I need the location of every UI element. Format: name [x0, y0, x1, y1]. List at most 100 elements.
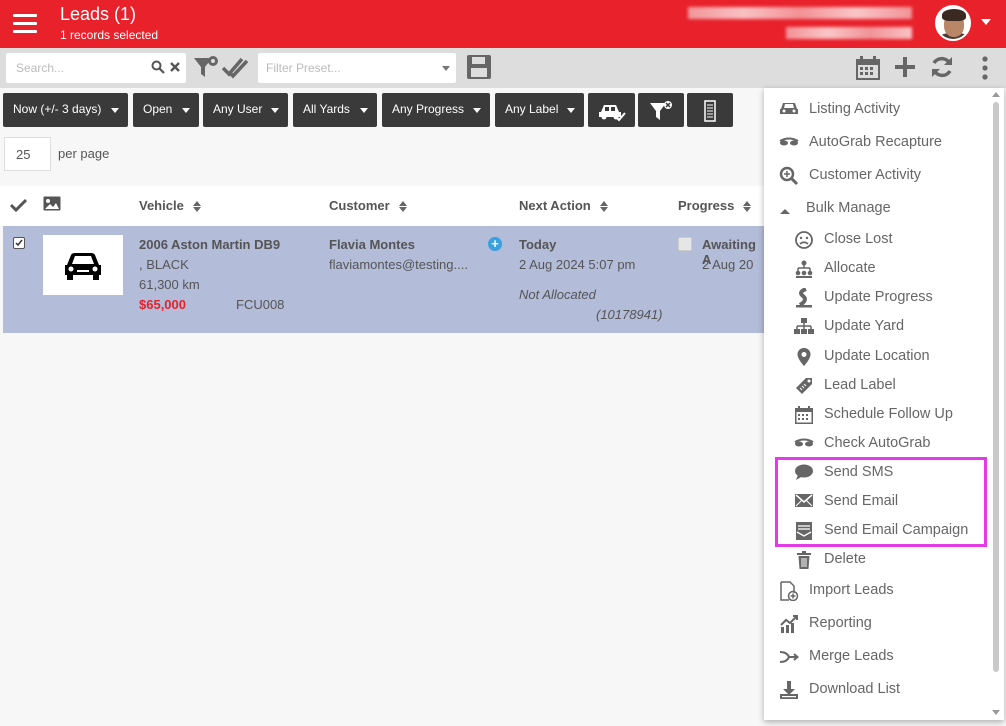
- menu-scroll-up-icon[interactable]: [992, 92, 1000, 97]
- menu-item-import-leads[interactable]: Import Leads: [780, 581, 894, 602]
- chevron-down-icon: [567, 108, 575, 113]
- filter-preset-select[interactable]: Filter Preset...: [258, 53, 456, 83]
- car-icon: [65, 253, 101, 280]
- vehicle-title[interactable]: 2006 Aston Martin DB9: [139, 237, 280, 252]
- date-filter-dropdown[interactable]: Now (+/- 3 days): [3, 93, 128, 127]
- redacted-user-email: [786, 27, 912, 39]
- selection-count: 1 records selected: [60, 28, 159, 42]
- yard-filter-dropdown[interactable]: All Yards: [293, 93, 377, 127]
- column-next-action[interactable]: Next Action: [519, 198, 608, 213]
- menu-item-bulk-manage[interactable]: Bulk Manage: [780, 200, 891, 216]
- sort-icon: [743, 201, 752, 213]
- customer-email: flaviamontes@testing....: [329, 257, 468, 272]
- user-filter-dropdown[interactable]: Any User: [203, 93, 288, 127]
- next-action: Today: [519, 237, 557, 252]
- add-icon[interactable]: [894, 56, 916, 83]
- column-progress[interactable]: Progress: [678, 198, 752, 213]
- road-icon: [794, 287, 814, 308]
- date-filter-label: Now (+/- 3 days): [13, 102, 102, 116]
- menu-item-autograb-recapture[interactable]: AutoGrab Recapture: [779, 134, 942, 150]
- search-icon[interactable]: [151, 60, 165, 77]
- menu-item-reporting[interactable]: Reporting: [780, 615, 872, 633]
- vehicle-price: $65,000: [139, 297, 186, 312]
- tag-icon: [794, 376, 814, 396]
- car-icon: [779, 100, 799, 120]
- save-icon[interactable]: [466, 54, 492, 85]
- menu-label: Customer Activity: [809, 167, 921, 183]
- menu-item-merge-leads[interactable]: Merge Leads: [779, 648, 894, 664]
- status-filter-dropdown[interactable]: Open: [133, 93, 199, 127]
- per-page-label: per page: [58, 146, 110, 161]
- menu-item-check-autograb[interactable]: Check AutoGrab: [794, 435, 930, 451]
- clear-search-icon[interactable]: [169, 60, 181, 76]
- menu-scrollbar[interactable]: [993, 102, 999, 672]
- clear-filter-button[interactable]: [638, 93, 684, 127]
- chevron-down-icon: [271, 108, 279, 113]
- vehicle-colour: , BLACK: [139, 257, 189, 272]
- menu-item-lead-label[interactable]: Lead Label: [796, 377, 896, 394]
- allocation-status: Not Allocated: [519, 287, 596, 302]
- preset-placeholder: Filter Preset...: [266, 61, 341, 75]
- menu-item-delete[interactable]: Delete: [797, 551, 866, 569]
- barcode-icon: [704, 100, 716, 122]
- progress-filter-dropdown[interactable]: Any Progress: [382, 93, 490, 127]
- highlight-box: [775, 457, 987, 547]
- menu-item-download-list[interactable]: Download List: [780, 681, 900, 699]
- calendar-icon[interactable]: [855, 55, 881, 86]
- avatar[interactable]: [935, 5, 971, 41]
- menu-item-update-progress[interactable]: Update Progress: [796, 287, 933, 308]
- menu-item-close-lost[interactable]: Close Lost: [795, 231, 893, 249]
- account-dropdown-icon[interactable]: [981, 19, 991, 25]
- menu-scroll-down-icon[interactable]: [992, 710, 1000, 715]
- download-icon: [779, 680, 799, 700]
- next-action-date: 2 Aug 2024 5:07 pm: [519, 257, 636, 272]
- customer-name[interactable]: Flavia Montes: [329, 237, 415, 252]
- vehicle-thumbnail[interactable]: [43, 235, 123, 295]
- label-filter-dropdown[interactable]: Any Label: [495, 93, 584, 127]
- barcode-button[interactable]: [687, 93, 733, 127]
- redacted-user-info: [688, 7, 912, 19]
- per-page-input[interactable]: 25: [4, 137, 51, 171]
- double-check-icon[interactable]: [221, 55, 249, 86]
- chevron-down-icon: [182, 108, 190, 113]
- search-input[interactable]: Search...: [6, 53, 186, 83]
- menu-item-listing-activity[interactable]: Listing Activity: [780, 101, 900, 117]
- select-all-check-icon[interactable]: [9, 198, 28, 217]
- calendar-icon: [794, 405, 814, 425]
- lead-id: (10178941): [596, 307, 663, 322]
- add-action-icon[interactable]: +: [488, 237, 502, 251]
- org-chart-icon: [794, 259, 814, 279]
- menu-label: Bulk Manage: [806, 200, 891, 216]
- vehicle-filter-button[interactable]: [588, 93, 635, 127]
- menu-label: Merge Leads: [809, 648, 894, 664]
- menu-item-update-yard[interactable]: Update Yard: [794, 318, 905, 334]
- column-vehicle-label: Vehicle: [139, 198, 184, 213]
- refresh-icon[interactable]: [930, 55, 954, 84]
- column-vehicle[interactable]: Vehicle: [139, 198, 201, 213]
- toolbar: Search... Filter Preset...: [0, 48, 1006, 88]
- row-checkbox[interactable]: [13, 237, 25, 249]
- trash-icon: [794, 550, 814, 570]
- filter-clear-icon: [650, 101, 672, 120]
- column-customer[interactable]: Customer: [329, 198, 407, 213]
- stock-number: FCU008: [236, 297, 285, 312]
- menu-label: Lead Label: [824, 377, 896, 393]
- menu-item-schedule-follow-up[interactable]: Schedule Follow Up: [795, 406, 953, 424]
- sort-icon: [599, 201, 608, 213]
- more-vertical-icon[interactable]: [982, 56, 988, 85]
- menu-item-customer-activity[interactable]: Customer Activity: [779, 166, 921, 186]
- menu-item-update-location[interactable]: Update Location: [797, 348, 930, 366]
- glasses-icon: [779, 133, 799, 153]
- hamburger-menu-icon[interactable]: [13, 14, 37, 34]
- menu-label: Update Progress: [824, 289, 933, 305]
- progress-checkbox[interactable]: [678, 237, 692, 251]
- menu-label: Update Yard: [824, 318, 905, 334]
- menu-item-allocate[interactable]: Allocate: [795, 260, 876, 278]
- chevron-down-icon: [360, 108, 368, 113]
- image-icon: [43, 196, 61, 216]
- menu-label: Allocate: [824, 260, 876, 276]
- menu-label: AutoGrab Recapture: [809, 134, 942, 150]
- magnify-icon: [779, 166, 799, 186]
- table-row[interactable]: 2006 Aston Martin DB9 , BLACK 61,300 km …: [3, 226, 764, 333]
- filter-settings-icon[interactable]: [193, 55, 219, 86]
